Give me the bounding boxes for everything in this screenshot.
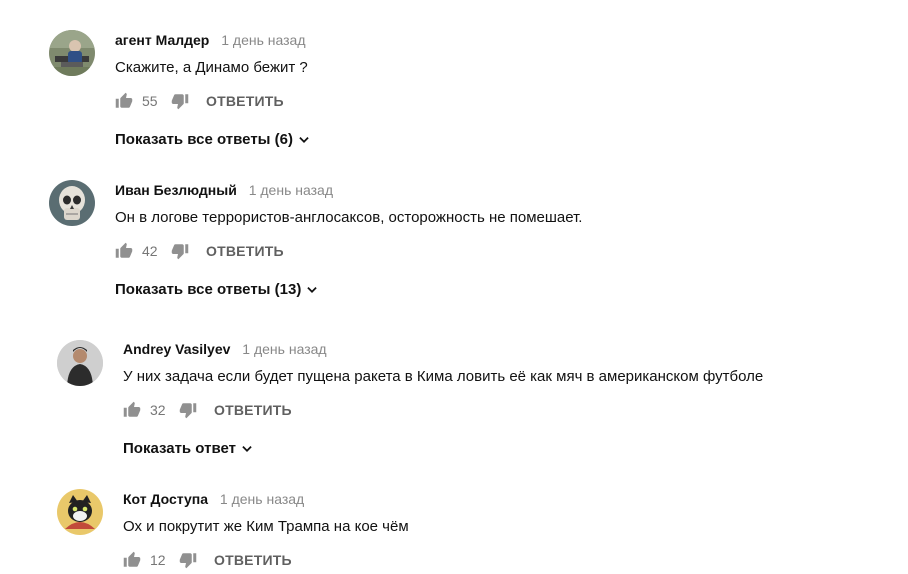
thumbs-down-icon	[179, 403, 197, 419]
author-name[interactable]: Иван Безлюдный	[115, 182, 237, 198]
reply-button[interactable]: ОТВЕТИТЬ	[206, 93, 284, 109]
person-photo-icon	[57, 340, 103, 386]
author-name[interactable]: Кот Доступа	[123, 491, 208, 507]
skull-icon	[49, 180, 95, 226]
comment-actions: 55 ОТВЕТИТЬ	[114, 89, 284, 113]
thumbs-up-icon	[115, 242, 133, 258]
comment-actions: 12 ОТВЕТИТЬ	[122, 548, 292, 572]
comment-time[interactable]: 1 день назад	[220, 491, 304, 507]
thumbs-up-icon	[123, 551, 141, 567]
dislike-button[interactable]	[178, 400, 198, 420]
comment-actions: 42 ОТВЕТИТЬ	[114, 239, 284, 263]
dislike-button[interactable]	[178, 550, 198, 570]
thumbs-down-icon	[171, 244, 189, 260]
chevron-down-icon	[242, 445, 252, 452]
dislike-button[interactable]	[170, 91, 190, 111]
like-button[interactable]	[114, 91, 134, 111]
show-replies-button[interactable]: Показать все ответы (13)	[115, 281, 319, 298]
reply-button[interactable]: ОТВЕТИТЬ	[214, 552, 292, 568]
comment-time[interactable]: 1 день назад	[221, 32, 305, 48]
comment-header: Кот Доступа 1 день назад	[123, 490, 304, 508]
comment-time[interactable]: 1 день назад	[242, 341, 326, 357]
reply-button[interactable]: ОТВЕТИТЬ	[214, 402, 292, 418]
like-button[interactable]	[114, 241, 134, 261]
dislike-button[interactable]	[170, 241, 190, 261]
author-name[interactable]: агент Малдер	[115, 32, 209, 48]
like-count: 32	[150, 402, 166, 418]
author-name[interactable]: Andrey Vasilyev	[123, 341, 230, 357]
show-replies-button[interactable]: Показать ответ	[123, 440, 254, 457]
show-replies-label: Показать все ответы (13)	[115, 281, 302, 298]
reply-button[interactable]: ОТВЕТИТЬ	[206, 243, 284, 259]
comment-actions: 32 ОТВЕТИТЬ	[122, 398, 292, 422]
comment-header: агент Малдер 1 день назад	[115, 31, 306, 49]
avatar[interactable]	[57, 489, 103, 535]
comment-text: У них задача если будет пущена ракета в …	[123, 368, 764, 385]
comment-text: Ох и покрутит же Ким Трампа на кое чём	[123, 518, 409, 535]
avatar[interactable]	[49, 180, 95, 226]
comment-time[interactable]: 1 день назад	[249, 182, 333, 198]
chevron-down-icon	[299, 136, 309, 143]
like-button[interactable]	[122, 400, 142, 420]
comment-header: Andrey Vasilyev 1 день назад	[123, 340, 327, 358]
like-count: 12	[150, 552, 166, 568]
comment-text: Скажите, а Динамо бежит ?	[115, 59, 308, 76]
like-count: 42	[142, 243, 158, 259]
show-replies-label: Показать ответ	[123, 440, 236, 457]
thumbs-up-icon	[123, 401, 141, 417]
thumbs-down-icon	[171, 94, 189, 110]
comment-header: Иван Безлюдный 1 день назад	[115, 181, 333, 199]
avatar-photo-icon	[49, 30, 95, 76]
avatar[interactable]	[57, 340, 103, 386]
avatar[interactable]	[49, 30, 95, 76]
show-replies-button[interactable]: Показать все ответы (6)	[115, 131, 311, 148]
comment-text: Он в логове террористов-англосаксов, ост…	[115, 209, 583, 226]
thumbs-down-icon	[179, 553, 197, 569]
chevron-down-icon	[307, 286, 318, 293]
like-button[interactable]	[122, 550, 142, 570]
cat-icon	[57, 489, 103, 535]
show-replies-label: Показать все ответы (6)	[115, 131, 293, 148]
like-count: 55	[142, 93, 158, 109]
thumbs-up-icon	[115, 92, 133, 108]
